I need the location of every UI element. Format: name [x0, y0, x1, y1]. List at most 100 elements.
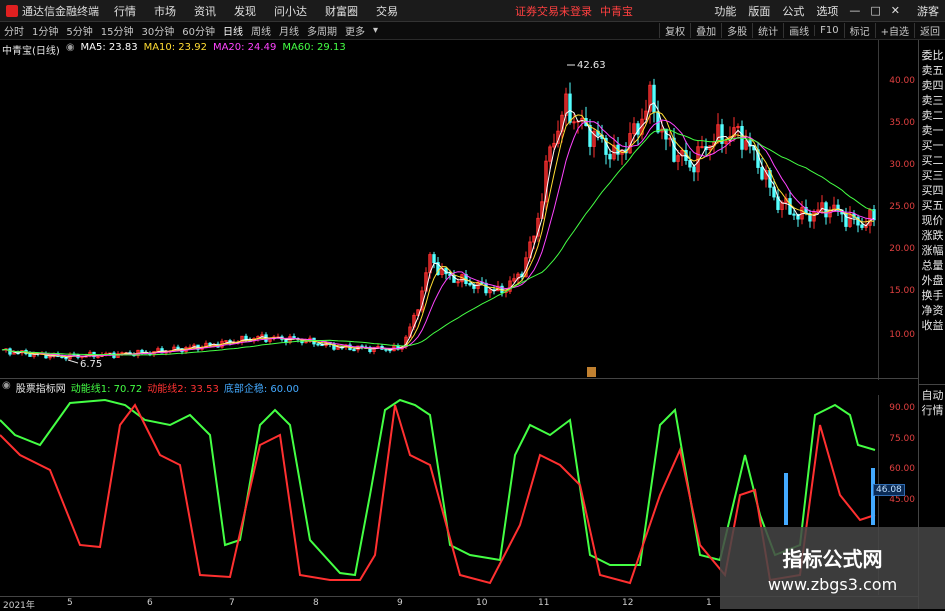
period-5min[interactable]: 5分钟 [62, 23, 96, 38]
quote-label[interactable]: 净资 [919, 303, 945, 318]
menu-market[interactable]: 市场 [145, 3, 185, 19]
login-notice[interactable]: 证券交易未登录 [515, 3, 592, 19]
overlay-button[interactable]: 叠加 [690, 23, 721, 38]
mark-button[interactable]: 标记 [843, 23, 875, 38]
quote-label[interactable]: 买三 [919, 168, 945, 183]
quote-label[interactable]: 卖一 [919, 123, 945, 138]
multi-stock-button[interactable]: 多股 [721, 23, 752, 38]
menu-quotes[interactable]: 行情 [105, 3, 145, 19]
candle-body [432, 254, 436, 264]
close-icon[interactable]: ✕ [886, 4, 905, 17]
period-15min[interactable]: 15分钟 [97, 23, 138, 38]
indicator-current-value: 46.08 [873, 484, 905, 496]
quote-label[interactable]: 买五 [919, 198, 945, 213]
quote-label[interactable]: 总量 [919, 258, 945, 273]
axis-35: 35.00 [889, 118, 915, 128]
watermark-title: 指标公式网 [782, 547, 883, 571]
period-1min[interactable]: 1分钟 [28, 23, 62, 38]
date-label: 8 [313, 598, 319, 608]
line2-label: 动能线2: 33.53 [147, 384, 219, 395]
quote-label[interactable]: 委比 [919, 48, 945, 63]
candle-body [568, 93, 572, 123]
stats-button[interactable]: 统计 [752, 23, 783, 38]
candle-body [316, 343, 320, 346]
menu-ask[interactable]: 问小达 [265, 3, 316, 19]
f10-button[interactable]: F10 [814, 25, 843, 36]
chevron-down-icon[interactable]: ▾ [369, 25, 382, 36]
axis-90: 90.00 [889, 403, 915, 413]
auto-quote-label[interactable]: 自动 [919, 388, 945, 403]
app-logo: 通达信金融终端 [0, 3, 105, 19]
candle-body [608, 153, 612, 160]
back-button[interactable]: 返回 [914, 23, 945, 38]
quote-label[interactable]: 买一 [919, 138, 945, 153]
quote-label[interactable]: 买四 [919, 183, 945, 198]
auto-quote-label[interactable]: 行情 [919, 403, 945, 418]
maximize-icon[interactable]: □ [865, 4, 885, 17]
period-more[interactable]: 更多 [341, 23, 369, 38]
candles-group [4, 78, 876, 362]
axis-75: 75.00 [889, 434, 915, 444]
pane-divider[interactable] [0, 378, 918, 379]
draw-button[interactable]: 画线 [783, 23, 814, 38]
menu-trade[interactable]: 交易 [367, 3, 407, 19]
date-label: 2021年 [3, 601, 35, 611]
period-60min[interactable]: 60分钟 [178, 23, 219, 38]
quote-label[interactable]: 卖二 [919, 108, 945, 123]
quote-label[interactable]: 涨跌 [919, 228, 945, 243]
menu-wealth[interactable]: 财富圈 [316, 3, 367, 19]
axis-20: 20.00 [889, 244, 915, 254]
app-logo-icon [6, 4, 18, 17]
date-label: 10 [476, 598, 488, 608]
menu-layout[interactable]: 版面 [742, 3, 776, 19]
app-title: 通达信金融终端 [22, 4, 99, 18]
watermark-url: www.zbgs3.com [767, 575, 898, 594]
quote-label[interactable]: 卖五 [919, 63, 945, 78]
adjust-button[interactable]: 复权 [659, 23, 690, 38]
candlestick-chart[interactable]: 42.63 6.75 [0, 40, 878, 378]
menu-news[interactable]: 资讯 [185, 3, 225, 19]
add-watchlist-button[interactable]: +自选 [874, 23, 914, 38]
minimize-icon[interactable]: — [844, 4, 865, 17]
indicator-name[interactable]: 股票指标网 [16, 380, 66, 395]
bottom-signal-bar [784, 473, 788, 525]
quote-label[interactable]: 现价 [919, 213, 945, 228]
candle-body [700, 146, 704, 149]
quote-side-panel: 委比 卖五 卖四 卖三 卖二 卖一 买一 买二 买三 买四 买五 现价 涨跌 涨… [918, 40, 945, 609]
candle-body [692, 166, 696, 173]
stock-name-notice: 中青宝 [600, 4, 633, 18]
period-daily[interactable]: 日线 [219, 23, 247, 38]
candle-body [760, 166, 764, 180]
candle-body [352, 349, 356, 352]
quote-label[interactable]: 换手 [919, 288, 945, 303]
candle-body [792, 213, 796, 216]
menu-function[interactable]: 功能 [708, 3, 742, 19]
menu-formula[interactable]: 公式 [776, 3, 810, 19]
axis-10: 10.00 [889, 330, 915, 340]
candle-body [96, 356, 100, 359]
quote-label[interactable]: 卖三 [919, 93, 945, 108]
period-intraday[interactable]: 分时 [0, 23, 28, 38]
quote-label[interactable]: 外盘 [919, 273, 945, 288]
axis-30: 30.00 [889, 160, 915, 170]
candle-body [860, 224, 864, 228]
period-multi[interactable]: 多周期 [303, 23, 341, 38]
period-weekly[interactable]: 周线 [247, 23, 275, 38]
quote-label[interactable]: 涨幅 [919, 243, 945, 258]
quote-label[interactable]: 卖四 [919, 78, 945, 93]
low-price-label: 6.75 [80, 359, 102, 370]
menu-options[interactable]: 选项 [810, 3, 844, 19]
date-label: 6 [147, 598, 153, 608]
guest-button[interactable]: 游客 [911, 3, 945, 19]
date-label: 9 [397, 598, 403, 608]
menu-discover[interactable]: 发现 [225, 3, 265, 19]
quote-label[interactable]: 买二 [919, 153, 945, 168]
quote-label[interactable]: 收益 [919, 318, 945, 333]
gear-icon[interactable]: ◉ [2, 380, 11, 394]
period-30min[interactable]: 30分钟 [137, 23, 178, 38]
period-monthly[interactable]: 月线 [275, 23, 303, 38]
axis-25: 25.00 [889, 202, 915, 212]
price-axis: 40.00 35.00 30.00 25.00 20.00 15.00 10.0… [878, 40, 919, 380]
candle-body [456, 281, 460, 284]
line3-label: 底部企稳: 60.00 [223, 384, 300, 395]
